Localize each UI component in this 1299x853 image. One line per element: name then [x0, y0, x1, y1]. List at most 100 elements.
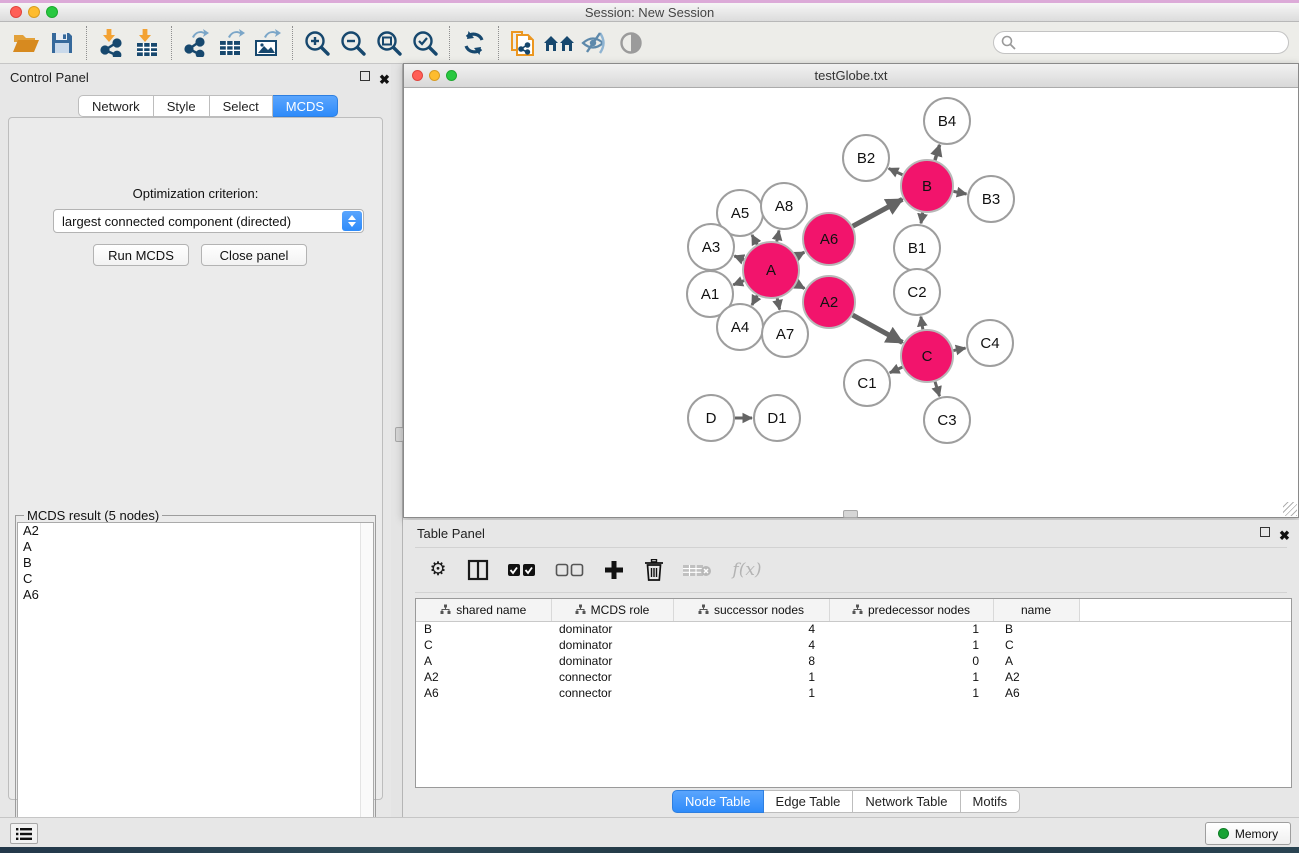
graph-edge-B-B3[interactable]: [953, 191, 966, 194]
delete-column-button[interactable]: [641, 557, 667, 583]
column-header-predecessor-nodes[interactable]: predecessor nodes: [829, 599, 993, 621]
refresh-view-button[interactable]: [456, 26, 492, 60]
graph-edge-B-B2[interactable]: [889, 168, 903, 174]
column-header-successor-nodes[interactable]: successor nodes: [673, 599, 829, 621]
graph-node-A[interactable]: A: [743, 242, 799, 298]
table-cell[interactable]: 4: [673, 621, 829, 637]
hide-selected-button[interactable]: [577, 26, 613, 60]
graph-node-C2[interactable]: C2: [894, 269, 940, 315]
graph-node-A7[interactable]: A7: [762, 311, 808, 357]
column-header-mcds-role[interactable]: MCDS role: [551, 599, 673, 621]
mcds-result-item[interactable]: A2: [18, 523, 373, 539]
table-row[interactable]: A6connector11A6: [416, 685, 1291, 701]
graph-edge-B-B1[interactable]: [921, 213, 923, 224]
mcds-result-item[interactable]: B: [18, 555, 373, 571]
graph-edge-C-C3[interactable]: [935, 382, 939, 396]
zoom-out-button[interactable]: [335, 26, 371, 60]
export-network-button[interactable]: [178, 26, 214, 60]
close-table-panel-icon[interactable]: ✖: [1279, 527, 1291, 539]
export-table-button[interactable]: [214, 26, 250, 60]
mcds-result-list[interactable]: A2ABCA6: [17, 522, 374, 851]
mcds-result-item[interactable]: A: [18, 539, 373, 555]
function-builder-button[interactable]: f(x): [727, 557, 767, 583]
table-cell[interactable]: 1: [829, 669, 993, 685]
table-row[interactable]: Adominator80A: [416, 653, 1291, 669]
mcds-result-item[interactable]: A6: [18, 587, 373, 603]
graph-node-A6[interactable]: A6: [803, 213, 855, 265]
panel-layout-button[interactable]: [465, 557, 491, 583]
column-header-name[interactable]: name: [993, 599, 1079, 621]
network-window-titlebar[interactable]: testGlobe.txt: [404, 64, 1298, 88]
table-cell[interactable]: A6: [993, 685, 1079, 701]
deselect-all-button[interactable]: [553, 557, 587, 583]
tab-style[interactable]: Style: [154, 95, 210, 117]
table-cell[interactable]: A2: [993, 669, 1079, 685]
graph-edge-A-A5[interactable]: [752, 235, 757, 245]
network-canvas[interactable]: B4B2BB3A5A8A6A3B1AC2A1A2A4A7C4CC1DD1C3: [404, 88, 1298, 517]
graph-node-A4[interactable]: A4: [717, 304, 763, 350]
graph-edge-C-C2[interactable]: [921, 317, 923, 330]
table-cell[interactable]: 8: [673, 653, 829, 669]
column-header-shared-name[interactable]: shared name: [416, 599, 551, 621]
tab-mcds[interactable]: MCDS: [273, 95, 338, 117]
float-panel-icon[interactable]: [360, 71, 372, 83]
table-cell[interactable]: [1079, 669, 1291, 685]
optimization-criterion-select[interactable]: largest connected component (directed): [53, 209, 364, 233]
window-resize-grip[interactable]: [1283, 502, 1297, 516]
graph-node-B2[interactable]: B2: [843, 135, 889, 181]
add-column-button[interactable]: [601, 557, 627, 583]
table-row[interactable]: Cdominator41C: [416, 637, 1291, 653]
table-cell[interactable]: dominator: [551, 637, 673, 653]
clone-network-button[interactable]: [505, 26, 541, 60]
memory-button[interactable]: Memory: [1205, 822, 1291, 845]
graph-node-C3[interactable]: C3: [924, 397, 970, 443]
zoom-in-button[interactable]: [299, 26, 335, 60]
table-cell[interactable]: A: [416, 653, 551, 669]
save-session-button[interactable]: [44, 26, 80, 60]
graph-edge-B-B4[interactable]: [935, 145, 940, 160]
horizontal-splitter-handle[interactable]: [843, 510, 858, 518]
table-cell[interactable]: C: [993, 637, 1079, 653]
zoom-selected-button[interactable]: [407, 26, 443, 60]
graph-edge-A-A6[interactable]: [797, 252, 805, 256]
table-cell[interactable]: connector: [551, 669, 673, 685]
table-cell[interactable]: 1: [673, 669, 829, 685]
table-cell[interactable]: 4: [673, 637, 829, 653]
export-image-button[interactable]: [250, 26, 286, 60]
graph-edge-A2-C[interactable]: [853, 315, 903, 342]
graph-node-A2[interactable]: A2: [803, 276, 855, 328]
float-table-panel-icon[interactable]: [1260, 527, 1272, 539]
table-row[interactable]: Bdominator41B: [416, 621, 1291, 637]
table-cell[interactable]: B: [993, 621, 1079, 637]
graph-edge-C-C1[interactable]: [890, 367, 903, 373]
table-cell[interactable]: connector: [551, 685, 673, 701]
graph-edge-A6-B[interactable]: [853, 199, 903, 226]
table-cell[interactable]: A2: [416, 669, 551, 685]
table-row[interactable]: A2connector11A2: [416, 669, 1291, 685]
graph-edge-A-A8[interactable]: [777, 230, 779, 241]
tab-select[interactable]: Select: [210, 95, 273, 117]
mcds-result-item[interactable]: C: [18, 571, 373, 587]
zoom-fit-button[interactable]: [371, 26, 407, 60]
delete-table-button[interactable]: [681, 557, 713, 583]
select-all-button[interactable]: [505, 557, 539, 583]
import-network-button[interactable]: [93, 26, 129, 60]
tab-motifs[interactable]: Motifs: [961, 790, 1021, 813]
table-cell[interactable]: dominator: [551, 621, 673, 637]
graph-edge-A-A7[interactable]: [777, 298, 779, 309]
table-cell[interactable]: A: [993, 653, 1079, 669]
graph-node-B1[interactable]: B1: [894, 225, 940, 271]
table-cell[interactable]: [1079, 685, 1291, 701]
close-panel-button[interactable]: Close panel: [201, 244, 307, 266]
tab-network-table[interactable]: Network Table: [853, 790, 960, 813]
graph-node-B[interactable]: B: [901, 160, 953, 212]
graph-node-C[interactable]: C: [901, 330, 953, 382]
graph-node-B3[interactable]: B3: [968, 176, 1014, 222]
column-settings-button[interactable]: ⚙: [425, 557, 451, 583]
table-cell[interactable]: 1: [673, 685, 829, 701]
table-cell[interactable]: dominator: [551, 653, 673, 669]
table-cell[interactable]: 1: [829, 637, 993, 653]
graph-node-B4[interactable]: B4: [924, 98, 970, 144]
table-cell[interactable]: 0: [829, 653, 993, 669]
tab-network[interactable]: Network: [78, 95, 154, 117]
